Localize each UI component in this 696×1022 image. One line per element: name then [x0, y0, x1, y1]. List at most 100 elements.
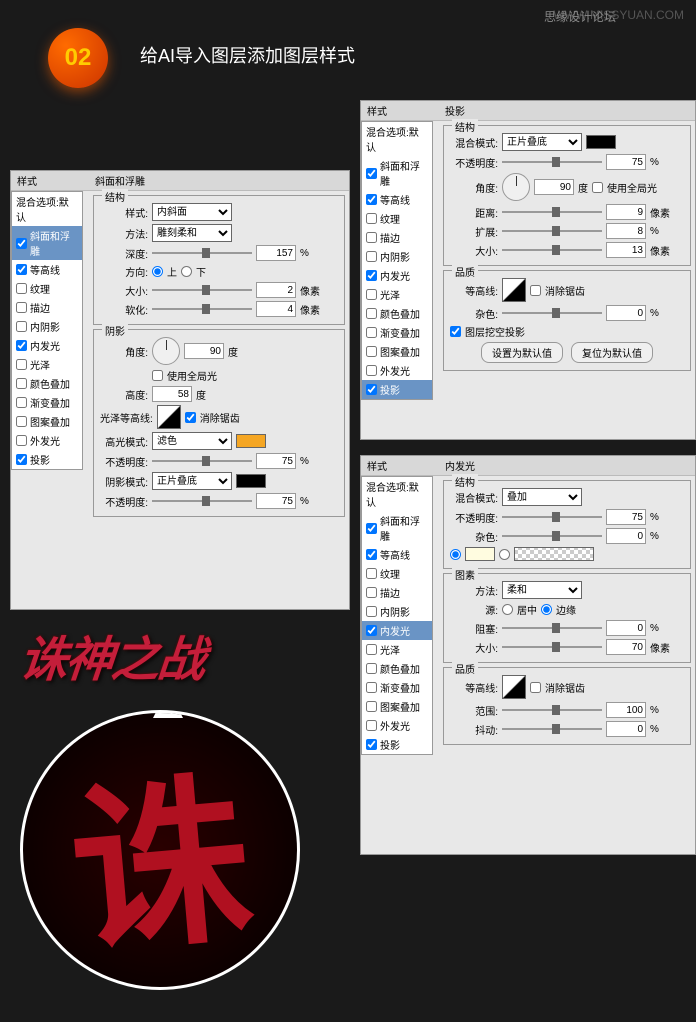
technique-select[interactable]: 雕刻柔和: [152, 224, 232, 242]
ds-size-input[interactable]: [606, 242, 646, 258]
antialias-check[interactable]: [185, 412, 196, 423]
blend-default3[interactable]: 混合选项:默认: [362, 477, 432, 511]
style-stroke3[interactable]: 描边: [362, 583, 432, 602]
ds-global-check[interactable]: [592, 182, 603, 193]
make-default-btn[interactable]: 设置为默认值: [481, 342, 563, 363]
outerglow-check[interactable]: [16, 435, 27, 446]
ig-range-slider[interactable]: [502, 709, 602, 711]
satin-check[interactable]: [16, 359, 27, 370]
style-coloroverlay[interactable]: 颜色叠加: [12, 374, 82, 393]
innershadow-check[interactable]: [16, 321, 27, 332]
ig-range-input[interactable]: [606, 702, 646, 718]
ds-contour[interactable]: [502, 278, 526, 302]
ds-opacity-slider[interactable]: [502, 161, 602, 163]
style-colorov2[interactable]: 颜色叠加: [362, 304, 432, 323]
dir-down[interactable]: [181, 266, 192, 277]
ig-color-radio[interactable]: [450, 549, 461, 560]
ds-dist-input[interactable]: [606, 204, 646, 220]
ds-angle-dial[interactable]: [502, 173, 530, 201]
ig-jitter-input[interactable]: [606, 721, 646, 737]
soften-input[interactable]: [256, 301, 296, 317]
style-select[interactable]: 内斜面: [152, 203, 232, 221]
style-bevel[interactable]: 斜面和浮雕: [12, 226, 82, 260]
ig-tech-select[interactable]: 柔和: [502, 581, 582, 599]
ig-grad-radio[interactable]: [499, 549, 510, 560]
style-innerglow2[interactable]: 内发光: [362, 266, 432, 285]
style-texture2[interactable]: 纹理: [362, 209, 432, 228]
style-innershadow[interactable]: 内阴影: [12, 317, 82, 336]
style-stroke2[interactable]: 描边: [362, 228, 432, 247]
dir-up[interactable]: [152, 266, 163, 277]
blend-default[interactable]: 混合选项:默认: [12, 192, 82, 226]
ig-opacity-slider[interactable]: [502, 516, 602, 518]
depth-input[interactable]: [256, 245, 296, 261]
style-pattov3[interactable]: 图案叠加: [362, 697, 432, 716]
ds-size-slider[interactable]: [502, 249, 602, 251]
depth-slider[interactable]: [152, 252, 252, 254]
sh-opacity-slider[interactable]: [152, 500, 252, 502]
style-dropshadow[interactable]: 投影: [12, 450, 82, 469]
ds-dist-slider[interactable]: [502, 211, 602, 213]
soften-slider[interactable]: [152, 308, 252, 310]
hl-opacity-input[interactable]: [256, 453, 296, 469]
ig-contour[interactable]: [502, 675, 526, 699]
highlight-select[interactable]: 滤色: [152, 432, 232, 450]
ig-opacity-input[interactable]: [606, 509, 646, 525]
gloss-contour[interactable]: [157, 405, 181, 429]
innerglow-check[interactable]: [16, 340, 27, 351]
style-pattoverlay[interactable]: 图案叠加: [12, 412, 82, 431]
src-center[interactable]: [502, 604, 513, 615]
altitude-input[interactable]: [152, 386, 192, 402]
ig-noise-input[interactable]: [606, 528, 646, 544]
style-bevel2[interactable]: 斜面和浮雕: [362, 156, 432, 190]
ig-size-slider[interactable]: [502, 646, 602, 648]
style-contour3[interactable]: 等高线: [362, 545, 432, 564]
colorov-check[interactable]: [16, 378, 27, 389]
style-outerglow3[interactable]: 外发光: [362, 716, 432, 735]
style-satin3[interactable]: 光泽: [362, 640, 432, 659]
hl-opacity-slider[interactable]: [152, 460, 252, 462]
style-innershadow3[interactable]: 内阴影: [362, 602, 432, 621]
ig-gradient[interactable]: [514, 547, 594, 561]
style-dropshadow3[interactable]: 投影: [362, 735, 432, 754]
style-outerglow2[interactable]: 外发光: [362, 361, 432, 380]
style-stroke[interactable]: 描边: [12, 298, 82, 317]
ds-aa-check[interactable]: [530, 285, 541, 296]
ds-opacity-input[interactable]: [606, 154, 646, 170]
ig-color[interactable]: [465, 547, 495, 561]
angle-dial[interactable]: [152, 337, 180, 365]
bevel-check[interactable]: [16, 238, 27, 249]
knockout-check[interactable]: [450, 326, 461, 337]
style-texture3[interactable]: 纹理: [362, 564, 432, 583]
style-colorov3[interactable]: 颜色叠加: [362, 659, 432, 678]
style-texture[interactable]: 纹理: [12, 279, 82, 298]
ds-blend-select[interactable]: 正片叠底: [502, 133, 582, 151]
style-contour2[interactable]: 等高线: [362, 190, 432, 209]
reset-default-btn[interactable]: 复位为默认值: [571, 342, 653, 363]
ig-choke-input[interactable]: [606, 620, 646, 636]
angle-input[interactable]: [184, 343, 224, 359]
ds-noise-input[interactable]: [606, 305, 646, 321]
ds-color[interactable]: [586, 135, 616, 149]
style-innershadow2[interactable]: 内阴影: [362, 247, 432, 266]
style-dropshadow2[interactable]: 投影: [362, 380, 432, 399]
style-bevel3[interactable]: 斜面和浮雕: [362, 511, 432, 545]
style-pattov2[interactable]: 图案叠加: [362, 342, 432, 361]
texture-check[interactable]: [16, 283, 27, 294]
style-contour[interactable]: 等高线: [12, 260, 82, 279]
src-edge[interactable]: [541, 604, 552, 615]
size-slider[interactable]: [152, 289, 252, 291]
ds-spread-input[interactable]: [606, 223, 646, 239]
gradov-check[interactable]: [16, 397, 27, 408]
highlight-color[interactable]: [236, 434, 266, 448]
style-gradoverlay[interactable]: 渐变叠加: [12, 393, 82, 412]
style-outerglow[interactable]: 外发光: [12, 431, 82, 450]
ig-aa-check[interactable]: [530, 682, 541, 693]
ds-noise-slider[interactable]: [502, 312, 602, 314]
size-input[interactable]: [256, 282, 296, 298]
style-gradov2[interactable]: 渐变叠加: [362, 323, 432, 342]
style-satin[interactable]: 光泽: [12, 355, 82, 374]
ig-jitter-slider[interactable]: [502, 728, 602, 730]
stroke-check[interactable]: [16, 302, 27, 313]
ig-noise-slider[interactable]: [502, 535, 602, 537]
